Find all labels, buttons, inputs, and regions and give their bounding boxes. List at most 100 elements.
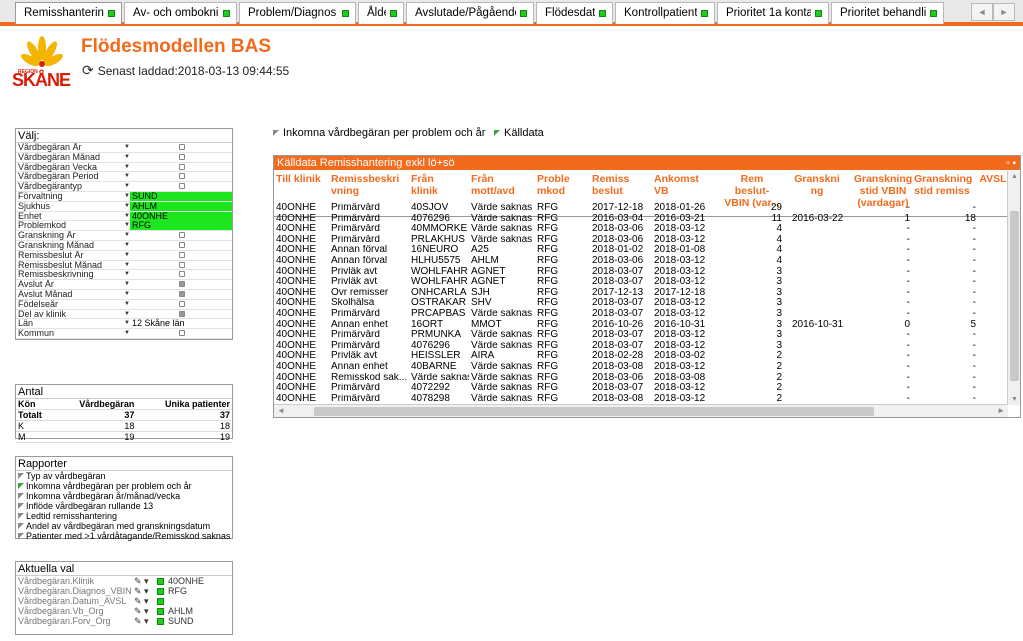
- selection-field[interactable]: Län ▼ 12 Skåne län: [16, 319, 232, 330]
- selection-field-value[interactable]: AHLM: [130, 201, 232, 211]
- table-row[interactable]: 40ONHE Primärvård 4072292 Värde saknas RFG 20…: [274, 383, 1008, 394]
- scroll-up-icon[interactable]: ▲: [1010, 172, 1019, 181]
- count-row[interactable]: K 18 18: [16, 420, 232, 432]
- tag-kalldata[interactable]: Källdata: [494, 127, 544, 139]
- selection-field[interactable]: Vårdbegärantyp ▼: [16, 182, 232, 192]
- selection-field[interactable]: Granskning Månad ▼: [16, 241, 232, 251]
- table-row[interactable]: 40ONHE Primärvård 40MMÖRKE Värde saknas RFG 2…: [274, 224, 1008, 235]
- current-selection-row[interactable]: Vårdbegäran.Forv_Org ✎ ▾ SUND: [16, 616, 232, 626]
- tab-3[interactable]: Problem/Diagnos: [239, 2, 356, 24]
- report-item[interactable]: Andel av vårdbegäran med granskningsdatu…: [16, 521, 232, 531]
- selection-field[interactable]: Remissbeslut Månad ▼: [16, 261, 232, 271]
- selection-field[interactable]: Remissbeskrivning ▼: [16, 270, 232, 281]
- tab-6[interactable]: Flödesdata: [536, 2, 613, 24]
- table-row[interactable]: 40ONHE Primärvård PRLÄKHUS Värde saknas RFG 2…: [274, 235, 1008, 246]
- refresh-icon[interactable]: ⟳: [82, 62, 94, 79]
- selection-field-value[interactable]: 40ONHE: [130, 211, 232, 221]
- tab-1[interactable]: Remisshantering: [15, 2, 122, 24]
- selection-edit-icon[interactable]: ✎ ▾: [134, 596, 149, 606]
- table-row[interactable]: 40ONHE Primärvård 4076296 Värde saknas RFG 20…: [274, 214, 1008, 225]
- table-row[interactable]: 40ONHE Övr remisser ÖNHCARLA SJH RFG 2017-12-…: [274, 288, 1008, 299]
- table-row[interactable]: 40ONHE Annan förval HLHU5575 ÄHLM RFG 2018-03…: [274, 256, 1008, 267]
- table-export-icon[interactable]: ▫ ▪: [1006, 157, 1016, 171]
- current-selection-row[interactable]: Vårdbegäran.Datum_AVSL ✎ ▾: [16, 596, 232, 606]
- table-row[interactable]: 40ONHE Primärvård PRMUNKA Värde saknas RFG 20…: [274, 330, 1008, 341]
- column-header[interactable]: Remiss beslut: [592, 173, 634, 197]
- table-row[interactable]: 40ONHE Privläk avt WOHLFAHR AGNET RFG 2018-03…: [274, 277, 1008, 288]
- count-header-kon[interactable]: Kön: [16, 399, 55, 410]
- current-selection-row[interactable]: Vårdbegäran.Klinik ✎ ▾ 40ONHE: [16, 576, 232, 586]
- table-row[interactable]: 40ONHE Annan förval 16NEURO A25 RFG 2018-01-0…: [274, 245, 1008, 256]
- column-header[interactable]: Till klinik: [276, 173, 322, 185]
- scroll-left-icon[interactable]: ◄: [277, 406, 285, 415]
- selection-edit-icon[interactable]: ✎ ▾: [134, 586, 149, 596]
- tab-scroll-left-icon[interactable]: ◄: [971, 3, 993, 21]
- selection-field[interactable]: Remissbeslut År ▼: [16, 251, 232, 261]
- column-header[interactable]: Proble mkod: [537, 173, 579, 197]
- table-row[interactable]: 40ONHE Privläk avt HEISSLER AIRA RFG 2018-02-…: [274, 351, 1008, 362]
- table-row[interactable]: 40ONHE Privläk avt WOHLFAHR AGNET RFG 2018-03…: [274, 267, 1008, 278]
- selection-field[interactable]: Vårdbegäran Vecka ▼: [16, 163, 232, 173]
- table-row[interactable]: 40ONHE Skolhälsa ÖSTRAKAR SHV RFG 2018-03-07 2…: [274, 298, 1008, 309]
- column-header[interactable]: Granskni ng: [792, 173, 842, 197]
- table-row[interactable]: 40ONHE Remisskod sak... Värde saknas Värde …: [274, 373, 1008, 384]
- tab-scroll-right-icon[interactable]: ►: [993, 3, 1015, 21]
- selection-field[interactable]: Kommun ▼: [16, 329, 232, 339]
- selection-field[interactable]: Avslut År ▼: [16, 280, 232, 290]
- report-item[interactable]: Ledtid remisshantering: [16, 511, 232, 521]
- report-item[interactable]: Patienter med >1 vårdåtagande/Remisskod …: [16, 531, 232, 541]
- table-row[interactable]: 40ONHE Annan enhet 16ORT MMOT RFG 2016-10-26 2…: [274, 320, 1008, 331]
- selection-field[interactable]: Vårdbegäran Månad ▼: [16, 153, 232, 163]
- tab-2[interactable]: Av- och ombokningar: [124, 2, 237, 24]
- tab-9[interactable]: Prioritet behandling: [831, 2, 944, 24]
- selection-field[interactable]: Problemkod ▼ RFG: [16, 221, 232, 232]
- horizontal-scroll-thumb[interactable]: [314, 407, 874, 416]
- tab-5[interactable]: Avslutade/Pågående VB: [406, 2, 534, 24]
- selection-field[interactable]: Granskning År ▼: [16, 231, 232, 241]
- selection-field-value[interactable]: SUND: [130, 191, 232, 201]
- report-item[interactable]: Inkomna vårdbegäran per problem och år: [16, 481, 232, 491]
- logo-skane-text: SKÅNE: [12, 70, 71, 90]
- selection-field[interactable]: Födelseår ▼: [16, 300, 232, 310]
- current-selection-row[interactable]: Vårdbegäran.Vb_Org ✎ ▾ AHLM: [16, 606, 232, 616]
- report-item[interactable]: Inkomna vårdbegäran år/månad/vecka: [16, 491, 232, 501]
- scroll-right-icon[interactable]: ►: [997, 406, 1005, 415]
- tab-4[interactable]: Ålder: [358, 2, 404, 24]
- tag-inkomna[interactable]: Inkomna vårdbegäran per problem och år: [273, 127, 485, 139]
- tab-7[interactable]: Kontrollpatienter: [615, 2, 715, 24]
- selection-field[interactable]: Vårdbegäran Period ▼: [16, 172, 232, 183]
- selection-edit-icon[interactable]: ✎ ▾: [134, 616, 149, 626]
- column-header[interactable]: Granskning stid remiss: [914, 173, 972, 197]
- table-row[interactable]: 40ONHE Primärvård 4078298 Värde saknas RFG 20…: [274, 394, 1008, 405]
- count-row[interactable]: M 19 19: [16, 431, 232, 443]
- current-selection-row[interactable]: Vårdbegäran.Diagnos_VBIN ✎ ▾ RFG: [16, 586, 232, 596]
- selection-field[interactable]: Del av klinik ▼: [16, 310, 232, 320]
- selection-edit-icon[interactable]: ✎ ▾: [134, 576, 149, 586]
- column-header[interactable]: Remissbeskri vning: [331, 173, 401, 197]
- selection-edit-icon[interactable]: ✎ ▾: [134, 606, 149, 616]
- vertical-scroll-thumb[interactable]: [1010, 211, 1019, 381]
- table-row[interactable]: 40ONHE Primärvård PRCAPBÅS Värde saknas RFG 2…: [274, 309, 1008, 320]
- scroll-down-icon[interactable]: ▼: [1010, 395, 1019, 404]
- selection-field[interactable]: Sjukhus ▼ AHLM: [16, 201, 232, 212]
- count-header-vardbegaran[interactable]: Vårdbegäran: [54, 399, 137, 410]
- selection-field[interactable]: Förvaltning ▼ SUND: [16, 191, 232, 202]
- column-header[interactable]: Från mott/avd: [471, 173, 527, 197]
- vertical-scrollbar[interactable]: ▲ ▼: [1007, 171, 1020, 405]
- report-item[interactable]: Inflöde vårdbegäran rullande 13: [16, 501, 232, 511]
- table-row[interactable]: 40ONHE Primärvård 4076296 Värde saknas RFG 20…: [274, 341, 1008, 352]
- selection-field-value[interactable]: 12 Skåne län: [130, 319, 232, 328]
- column-header[interactable]: Från klinik: [411, 173, 463, 197]
- column-header[interactable]: AVSL: [978, 173, 1008, 185]
- horizontal-scrollbar[interactable]: ◄ ►: [274, 404, 1008, 417]
- selection-field[interactable]: Avslut Månad ▼: [16, 290, 232, 300]
- selection-field[interactable]: Enhet ▼ 40ONHE: [16, 211, 232, 222]
- count-header-unika[interactable]: Unika patienter: [136, 399, 232, 410]
- table-row[interactable]: 40ONHE Primärvård 40SJÖV Värde saknas RFG 201…: [274, 203, 1008, 214]
- tab-8[interactable]: Prioritet 1a kontakt: [717, 2, 829, 24]
- table-row[interactable]: 40ONHE Annan enhet 40BARNE Värde saknas RFG 2…: [274, 362, 1008, 373]
- selection-field[interactable]: Vårdbegäran År ▼: [16, 143, 232, 153]
- selection-field-value[interactable]: RFG: [130, 221, 232, 231]
- report-item[interactable]: Typ av vårdbegäran: [16, 471, 232, 481]
- column-header[interactable]: Ankomst VB: [654, 173, 704, 197]
